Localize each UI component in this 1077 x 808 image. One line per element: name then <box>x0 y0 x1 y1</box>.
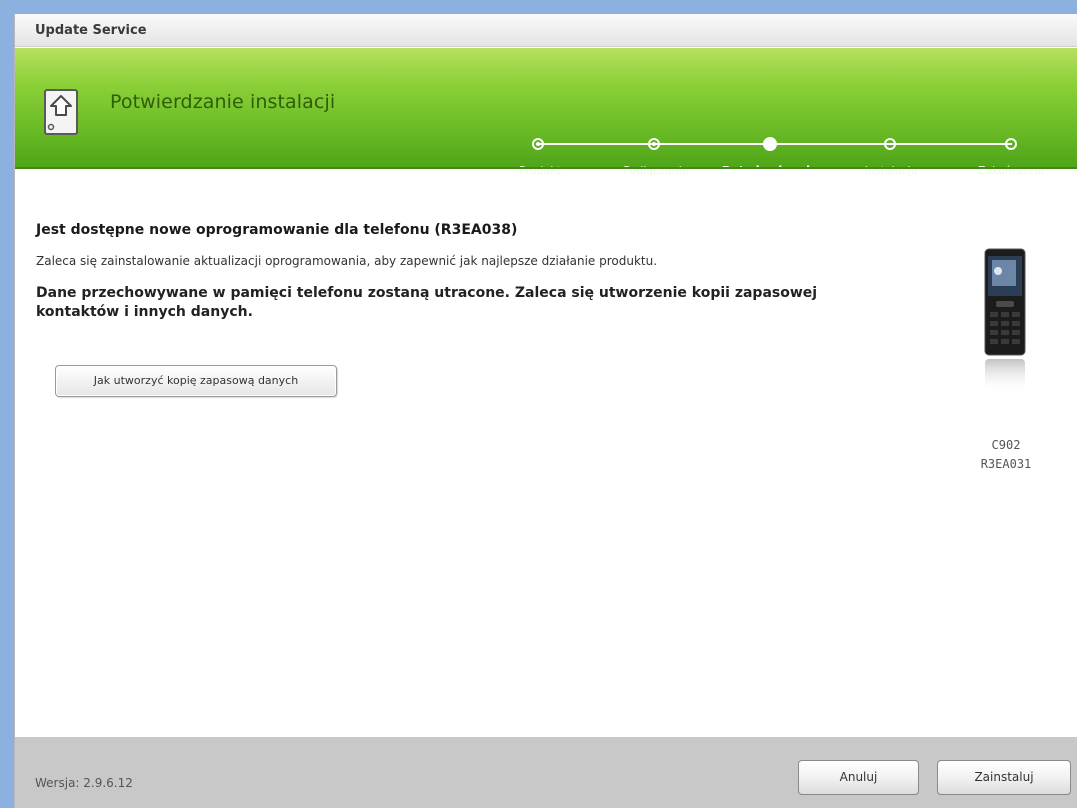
wizard-header: Potwierdzanie instalacji Produkt Podłącz… <box>15 48 1077 178</box>
step-connector <box>771 143 891 145</box>
footer-bar: Wersja: 2.9.6.12 Anuluj Zainstaluj <box>15 737 1077 808</box>
step-connector <box>655 143 771 145</box>
step-pending-icon <box>884 138 896 150</box>
phone-image <box>984 248 1026 393</box>
wizard-steps: Produkt Podłączanie Potwierdzanie Instal… <box>15 48 1077 178</box>
window-title: Update Service <box>15 14 1077 47</box>
phone-model-name: C902 <box>991 438 1021 452</box>
data-loss-warning: Dane przechowywane w pamięci telefonu zo… <box>36 285 818 320</box>
update-recommendation: Zaleca się zainstalowanie aktualizacji o… <box>36 254 658 268</box>
phone-info: C902 R3EA031 <box>970 436 1042 474</box>
step-done-icon <box>532 138 544 150</box>
phone-firmware-version: R3EA031 <box>980 457 1032 471</box>
backup-help-button[interactable]: Jak utworzyć kopię zapasową danych <box>55 365 337 397</box>
step-connector <box>539 143 655 145</box>
step-current-icon <box>763 137 777 151</box>
version-label: Wersja: 2.9.6.12 <box>35 776 133 790</box>
update-service-window: Update Service Potwierdzanie instalacji … <box>14 14 1077 808</box>
install-button[interactable]: Zainstaluj <box>937 760 1071 795</box>
cancel-button[interactable]: Anuluj <box>798 760 919 795</box>
update-heading: Jest dostępne nowe oprogramowanie dla te… <box>36 222 518 238</box>
step-done-icon <box>648 138 660 150</box>
step-pending-icon <box>1005 138 1017 150</box>
step-connector <box>891 143 1012 145</box>
main-content: Jest dostępne nowe oprogramowanie dla te… <box>15 171 1077 737</box>
